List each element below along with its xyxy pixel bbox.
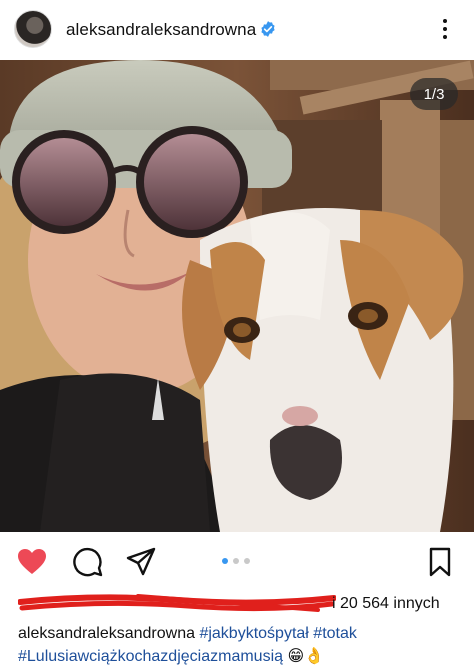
- carousel-dot: [233, 558, 239, 564]
- hashtag[interactable]: #Lulusiawciążkochazdjęciazmamusią: [18, 648, 283, 665]
- more-options-icon[interactable]: [438, 16, 452, 42]
- redaction-scribble: [18, 594, 336, 612]
- comment-icon[interactable]: [72, 546, 104, 578]
- carousel-indicator: [222, 558, 250, 564]
- post-photo[interactable]: [0, 60, 474, 532]
- verified-badge-icon: [261, 21, 275, 37]
- username[interactable]: aleksandraleksandrowna: [66, 20, 256, 40]
- caption-username[interactable]: aleksandraleksandrowna: [18, 625, 195, 642]
- carousel-counter: 1/3: [410, 78, 458, 110]
- avatar[interactable]: [14, 10, 52, 48]
- hashtag[interactable]: #totak: [313, 625, 357, 642]
- bookmark-icon[interactable]: [424, 546, 456, 578]
- photo-illustration: [0, 60, 474, 532]
- caption-emoji: 😁👌: [287, 648, 325, 665]
- action-bar: [0, 540, 474, 584]
- post-header: aleksandraleksandrowna: [0, 0, 474, 60]
- carousel-dot: [244, 558, 250, 564]
- likes-count[interactable]: i 20 564 innych: [332, 595, 440, 613]
- carousel-dot-active: [222, 558, 228, 564]
- hashtag[interactable]: #jakbyktośpytał: [199, 625, 308, 642]
- post-caption: aleksandraleksandrowna #jakbyktośpytał #…: [18, 622, 468, 668]
- heart-icon[interactable]: [16, 546, 48, 578]
- share-icon[interactable]: [125, 546, 157, 578]
